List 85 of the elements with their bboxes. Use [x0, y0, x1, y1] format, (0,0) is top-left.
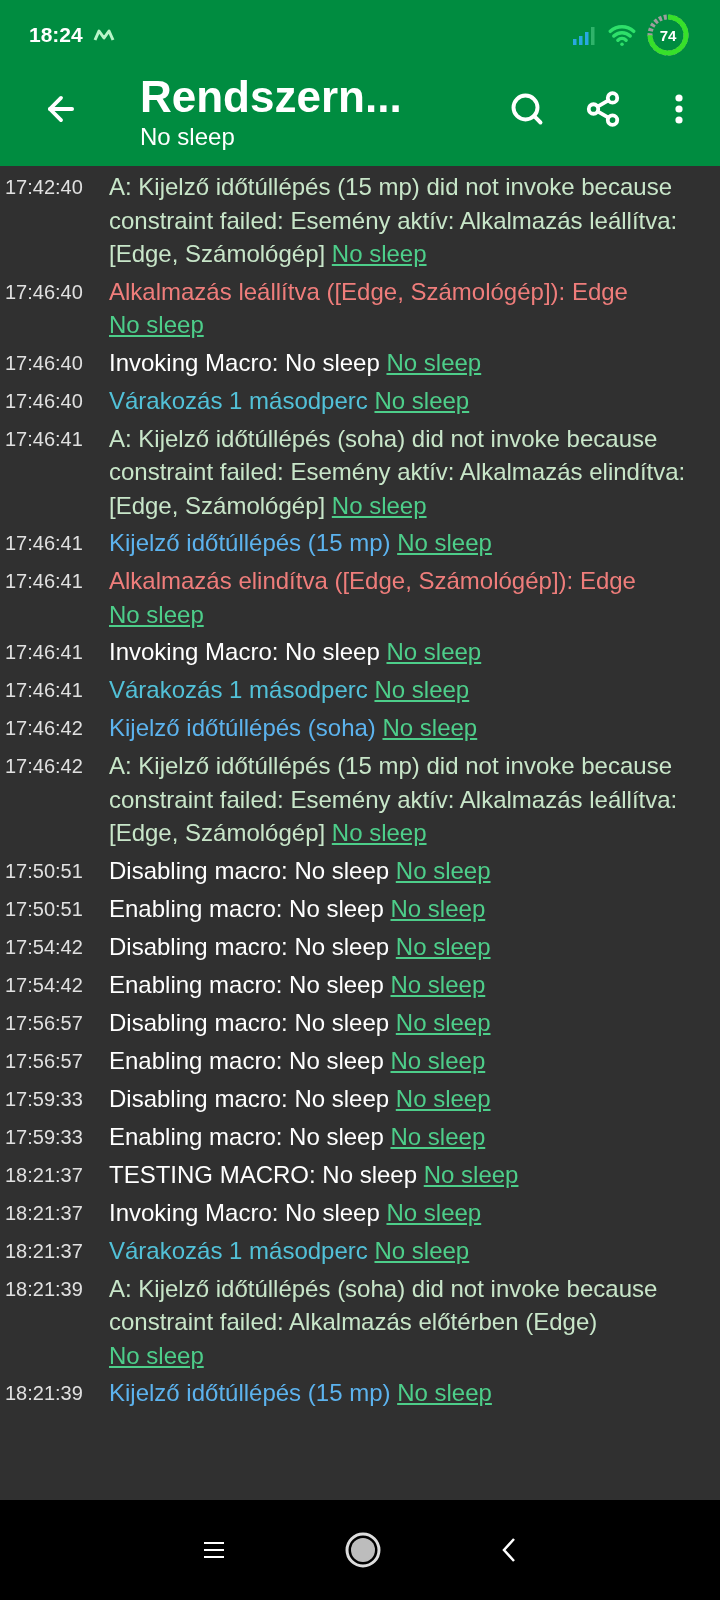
log-message: Invoking Macro: No sleep No sleep — [109, 637, 485, 667]
log-message: Enabling macro: No sleep No sleep — [109, 1121, 489, 1152]
search-icon — [509, 91, 545, 127]
log-message: Disabling macro: No sleep No sleep — [109, 855, 494, 886]
log-message: Enabling macro: No sleep No sleep — [109, 1045, 489, 1076]
macro-link[interactable]: No sleep — [395, 1008, 493, 1036]
macro-link[interactable]: No sleep — [109, 311, 206, 338]
back-nav-button[interactable] — [501, 1537, 517, 1563]
log-message: A: Kijelző időtúllépés (soha) did not invoke because constraint failed: Esemény aktív: Alkalmazás elindítva: [Edge, Számológép] No sleep — [109, 423, 687, 521]
log-message: Disabling macro: No sleep No sleep — [109, 931, 494, 962]
more-icon — [675, 94, 683, 124]
macro-link[interactable]: No sleep — [386, 638, 484, 665]
log-message: Enabling macro: No sleep No sleep — [109, 969, 489, 1000]
macro-link[interactable]: No sleep — [390, 970, 488, 998]
log-time: 17:46:40 — [4, 350, 84, 376]
log-time: 17:59:33 — [4, 1124, 84, 1150]
log-time: 18:21:39 — [4, 1276, 84, 1302]
battery-ring-icon — [646, 13, 690, 57]
log-time: 17:42:40 — [4, 175, 84, 200]
log-time: 17:56:57 — [4, 1048, 84, 1074]
log-message: Disabling macro: No sleep No sleep — [109, 1083, 494, 1114]
log-message: Alkalmazás elindítva ([Edge, Számológép]): Edge No sleep — [109, 566, 637, 630]
log-message: Invoking Macro: No sleep No sleep — [109, 1197, 485, 1228]
log-time: 17:46:41 — [4, 569, 84, 594]
macro-link[interactable]: No sleep — [397, 1379, 494, 1406]
macro-link[interactable]: No sleep — [374, 1236, 472, 1264]
log-time: 17:54:42 — [4, 972, 84, 998]
log-time: 17:54:42 — [4, 934, 84, 960]
log-message: Kijelző időtúllépés (15 mp) No sleep — [109, 528, 495, 558]
battery-level: 74 — [659, 26, 677, 44]
log-time: 17:50:51 — [4, 896, 84, 922]
log-time: 18:21:37 — [4, 1162, 84, 1188]
log-message: A: Kijelző időtúllépés (15 mp) did not invoke because constraint failed: Esemény aktív: Alkalmazás leállítva: [Edge, Számológép] No sleep — [109, 751, 679, 848]
log-message: TESTING MACRO: No sleep No sleep — [109, 1159, 522, 1190]
log-message: A: Kijelző időtúllépés (soha) did not invoke because constraint failed: Alkalmazás előtérben (Edge) No sleep — [109, 1273, 659, 1371]
macro-link[interactable]: No sleep — [382, 714, 480, 741]
macro-link[interactable]: No sleep — [390, 894, 488, 922]
log-time: 17:46:40 — [4, 388, 84, 414]
log-time: 18:21:39 — [4, 1381, 84, 1406]
macro-link[interactable]: No sleep — [423, 1160, 521, 1188]
macro-link[interactable]: No sleep — [331, 240, 429, 267]
macro-link[interactable]: No sleep — [374, 676, 472, 703]
macro-link[interactable]: No sleep — [109, 1341, 206, 1369]
log-message: Disabling macro: No sleep No sleep — [109, 1007, 494, 1038]
status-time: 18:24 — [29, 23, 83, 47]
macro-link[interactable]: No sleep — [390, 1122, 488, 1150]
log-time: 17:46:41 — [4, 640, 84, 665]
macro-link[interactable]: No sleep — [109, 600, 206, 628]
log-time: 17:46:42 — [4, 716, 84, 741]
macro-link[interactable]: No sleep — [374, 386, 472, 414]
log-time: 17:59:33 — [4, 1086, 84, 1112]
toolbar-subtitle: No sleep — [140, 122, 236, 152]
log-time: 17:56:57 — [4, 1010, 84, 1036]
log-time: 17:46:41 — [4, 426, 84, 452]
macro-link[interactable]: No sleep — [395, 932, 493, 960]
macro-link[interactable]: No sleep — [395, 1084, 493, 1112]
log-time: 18:21:37 — [4, 1200, 84, 1226]
log-message: Enabling macro: No sleep No sleep — [109, 893, 489, 924]
log-message: Kijelző időtúllépés (soha) No sleep — [109, 713, 481, 743]
macro-link[interactable]: No sleep — [397, 529, 494, 556]
log-message: Várakozás 1 másodperc No sleep — [109, 385, 473, 416]
log-time: 17:46:40 — [4, 279, 84, 305]
macro-link[interactable]: No sleep — [386, 348, 484, 376]
log-message: Várakozás 1 másodperc No sleep — [109, 675, 473, 705]
share-icon — [584, 90, 622, 128]
menu-button[interactable] — [203, 1541, 225, 1559]
log-message: Invoking Macro: No sleep No sleep — [109, 347, 485, 378]
log-time: 17:46:41 — [4, 531, 84, 556]
signal-icon — [572, 25, 598, 45]
log-message: Várakozás 1 másodperc No sleep — [109, 1235, 473, 1266]
log-message: A: Kijelző időtúllépés (15 mp) did not invoke because constraint failed: Esemény aktív: Alkalmazás leállítva: [Edge, Számológép] No sleep — [109, 172, 679, 269]
log-time: 17:46:41 — [4, 678, 84, 703]
macro-link[interactable]: No sleep — [395, 856, 493, 884]
log-time: 17:46:42 — [4, 754, 84, 779]
log-message: Alkalmazás leállítva ([Edge, Számológép]): Edge No sleep — [109, 276, 629, 340]
macro-link[interactable]: No sleep — [386, 1198, 484, 1226]
home-button[interactable] — [345, 1532, 381, 1568]
notification-icon — [92, 28, 115, 42]
log-time: 18:21:37 — [4, 1238, 84, 1264]
macro-link[interactable]: No sleep — [331, 491, 429, 519]
toolbar-title: Rendszern... — [140, 72, 402, 122]
log-message: Kijelző időtúllépés (15 mp) No sleep — [109, 1378, 495, 1408]
log-time: 17:50:51 — [4, 858, 84, 884]
macro-link[interactable]: No sleep — [390, 1046, 488, 1074]
macro-link[interactable]: No sleep — [331, 819, 429, 846]
